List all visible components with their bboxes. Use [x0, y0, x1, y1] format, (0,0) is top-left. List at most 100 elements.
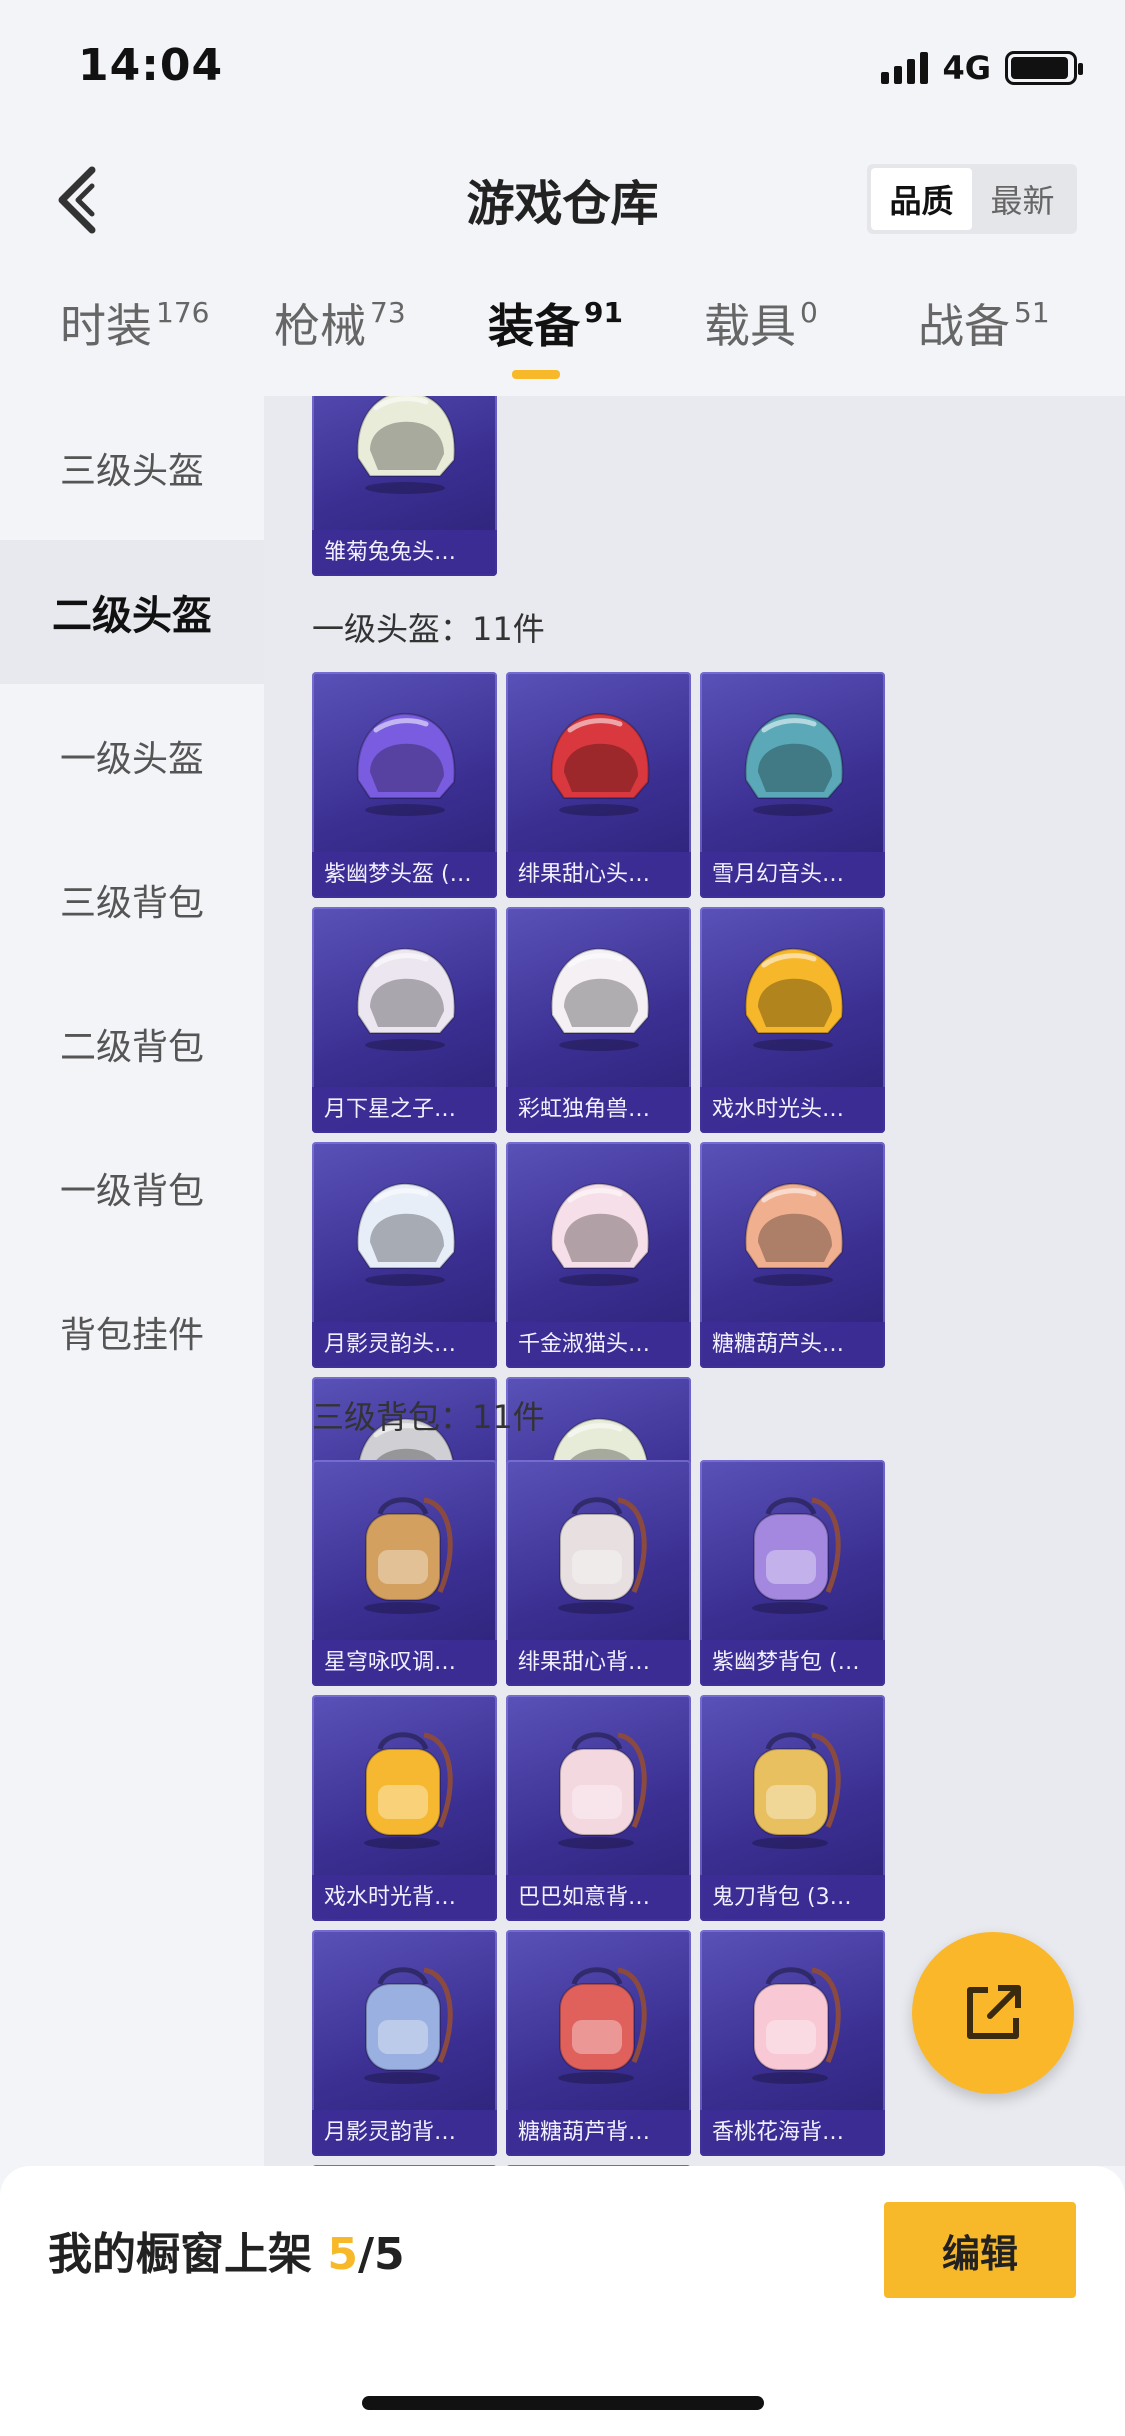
backpack-gold-icon	[363, 1497, 453, 1614]
backpack-pink-icon	[557, 1732, 647, 1849]
backpack-purple-icon	[751, 1497, 841, 1614]
item-name: 绯果甜心头…	[506, 852, 691, 898]
helmet-white-icon	[356, 947, 455, 1051]
helmet-teal-icon	[744, 712, 843, 816]
sort-newest-option[interactable]: 最新	[972, 168, 1073, 230]
item-name: 鬼刀背包 (3…	[700, 1875, 885, 1921]
backpack-item-card[interactable]: 绯果甜心背…	[506, 1460, 691, 1686]
item-name: 月影灵韵头…	[312, 1322, 497, 1368]
item-artwork	[506, 1142, 691, 1322]
item-artwork	[506, 672, 691, 852]
tab-count: 0	[800, 296, 818, 329]
helmet-item-card[interactable]: 月下星之子…	[312, 907, 497, 1133]
section-title-level1-helmet: 一级头盔：11件	[312, 610, 545, 648]
item-name: 糖糖葫芦背…	[506, 2110, 691, 2156]
item-artwork	[506, 1460, 691, 1640]
helmet-red-icon	[550, 712, 649, 816]
edit-button[interactable]: 编辑	[884, 2202, 1076, 2298]
sidebar-item-level1-backpack[interactable]: 一级背包	[0, 1116, 264, 1260]
item-name: 月下星之子…	[312, 1087, 497, 1133]
item-name: 彩虹独角兽…	[506, 1087, 691, 1133]
item-artwork	[506, 907, 691, 1087]
helmet-white-icon	[550, 947, 649, 1051]
tab-label: 载具	[704, 299, 796, 353]
helmet-item-card[interactable]: 雏菊兔兔头…	[312, 396, 497, 576]
section-title-level3-backpack: 三级背包：11件	[312, 1398, 545, 1436]
backpack-item-card[interactable]: 香桃花海背…	[700, 1930, 885, 2156]
backpack-item-card[interactable]: 星穹咏叹调…	[312, 1460, 497, 1686]
sidebar-item-level3-helmet[interactable]: 三级头盔	[0, 396, 264, 540]
backpack-doll-icon	[557, 1497, 647, 1614]
tab-vehicles[interactable]: 载具 0	[704, 290, 818, 390]
backpack-item-card[interactable]: 戏水时光背…	[312, 1695, 497, 1921]
helmet-item-card[interactable]: 糖糖葫芦头…	[700, 1142, 885, 1368]
helmet-item-card[interactable]: 绯果甜心头…	[506, 672, 691, 898]
helmet-orange-icon	[744, 1182, 843, 1286]
shelf-status: 我的橱窗上架 5/5	[48, 2218, 405, 2282]
sidebar-item-level3-backpack[interactable]: 三级背包	[0, 828, 264, 972]
sidebar-item-level2-helmet[interactable]: 二级头盔	[0, 540, 264, 684]
tab-label: 枪械	[274, 299, 366, 353]
item-artwork	[700, 1930, 885, 2110]
backpack-item-card[interactable]: 糖糖葫芦背…	[506, 1930, 691, 2156]
helmet-item-card[interactable]: 月影灵韵头…	[312, 1142, 497, 1368]
item-name: 紫幽梦背包 (…	[700, 1640, 885, 1686]
battery-icon	[1005, 51, 1083, 85]
item-artwork	[700, 672, 885, 852]
item-artwork	[700, 1695, 885, 1875]
signal-icon	[881, 52, 929, 84]
share-button[interactable]	[912, 1932, 1074, 2094]
item-name: 千金淑猫头…	[506, 1322, 691, 1368]
item-artwork	[312, 1142, 497, 1322]
item-artwork	[312, 1695, 497, 1875]
sidebar: 三级头盔 二级头盔 一级头盔 三级背包 二级背包 一级背包 背包挂件	[0, 396, 264, 2166]
tab-fashion[interactable]: 时装 176	[60, 290, 209, 390]
tab-label: 战备	[918, 299, 1010, 353]
item-name: 巴巴如意背…	[506, 1875, 691, 1921]
helmet-purple-icon	[356, 712, 455, 816]
backpack-item-card[interactable]: 鬼刀背包 (3…	[700, 1695, 885, 1921]
helmet-item-card[interactable]: 彩虹独角兽…	[506, 907, 691, 1133]
sort-quality-option[interactable]: 品质	[871, 168, 972, 230]
item-name: 戏水时光头…	[700, 1087, 885, 1133]
item-name: 月影灵韵背…	[312, 2110, 497, 2156]
status-indicators: 4G	[881, 48, 1083, 88]
bottom-bar: 我的橱窗上架 5/5 编辑	[0, 2166, 1125, 2436]
status-bar: 14:04 4G	[0, 0, 1125, 134]
item-name: 香桃花海背…	[700, 2110, 885, 2156]
helmet-yellow-icon	[744, 947, 843, 1051]
item-artwork	[312, 1930, 497, 2110]
tab-active-indicator	[512, 370, 560, 379]
shelf-count: 5	[327, 2229, 358, 2280]
sort-toggle: 品质 最新	[867, 164, 1077, 234]
item-artwork	[312, 396, 497, 530]
backpack-gold-icon	[751, 1732, 841, 1849]
item-artwork	[312, 907, 497, 1087]
backpack-blue-icon	[363, 1967, 453, 2084]
tab-label: 装备	[488, 299, 580, 353]
tab-label: 时装	[60, 299, 152, 353]
helmet-item-card[interactable]: 戏水时光头…	[700, 907, 885, 1133]
backpack-yellow-icon	[363, 1732, 453, 1849]
helmet-item-card[interactable]: 千金淑猫头…	[506, 1142, 691, 1368]
item-artwork	[700, 1142, 885, 1322]
tab-firearms[interactable]: 枪械 73	[274, 290, 406, 390]
helmet-item-card[interactable]: 雪月幻音头…	[700, 672, 885, 898]
item-artwork	[312, 672, 497, 852]
sidebar-item-level1-helmet[interactable]: 一级头盔	[0, 684, 264, 828]
shelf-label: 我的橱窗上架	[48, 2229, 328, 2280]
sidebar-item-level2-backpack[interactable]: 二级背包	[0, 972, 264, 1116]
backpack-item-card[interactable]: 月影灵韵背…	[312, 1930, 497, 2156]
item-name: 绯果甜心背…	[506, 1640, 691, 1686]
sidebar-item-backpack-pendant[interactable]: 背包挂件	[0, 1260, 264, 1404]
network-label: 4G	[942, 49, 991, 87]
item-name: 紫幽梦头盔 (…	[312, 852, 497, 898]
helmet-white-icon	[356, 396, 455, 494]
item-name: 雪月幻音头…	[700, 852, 885, 898]
backpack-item-card[interactable]: 紫幽梦背包 (…	[700, 1460, 885, 1686]
tab-battle-gear[interactable]: 战备 51	[918, 290, 1050, 390]
backpack-item-card[interactable]: 巴巴如意背…	[506, 1695, 691, 1921]
helmet-pink-icon	[550, 1182, 649, 1286]
helmet-item-card[interactable]: 紫幽梦头盔 (…	[312, 672, 497, 898]
helmet-blue-icon	[356, 1182, 455, 1286]
